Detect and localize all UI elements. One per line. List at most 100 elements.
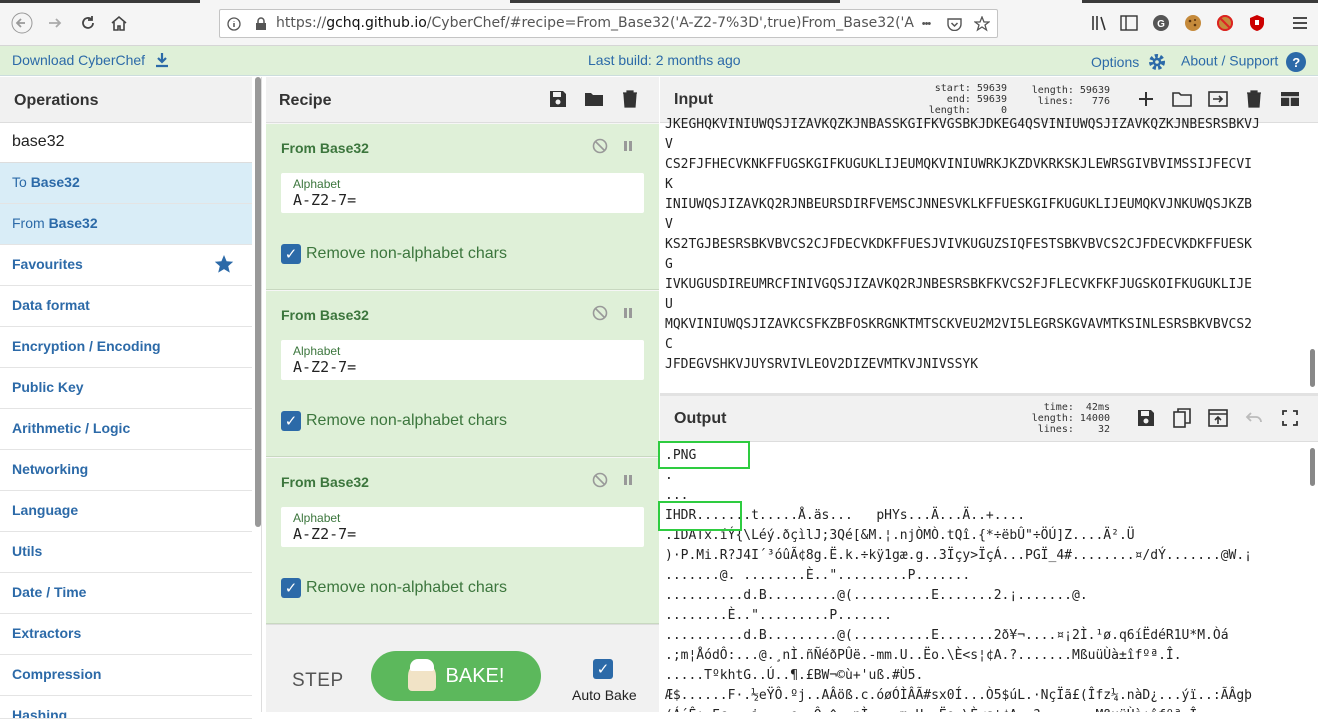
reload-icon[interactable] (76, 11, 100, 35)
cookie-block-icon[interactable] (1215, 13, 1235, 33)
bake-button[interactable]: BAKE! (371, 651, 541, 701)
alphabet-label: Alphabet (293, 511, 341, 525)
back-arrow-icon[interactable] (10, 11, 34, 35)
category-date-time[interactable]: Date / Time (0, 573, 252, 614)
open-folder-icon[interactable] (1171, 88, 1193, 110)
input-start: start: 59639 (934, 83, 1007, 94)
disable-op-icon[interactable] (591, 304, 609, 322)
forward-arrow-icon[interactable] (43, 11, 67, 35)
copy-output-icon[interactable] (1171, 407, 1193, 429)
category-data-format[interactable]: Data format (0, 286, 252, 327)
about-support-link[interactable]: About / Support ? (1181, 52, 1307, 72)
clear-recipe-icon[interactable] (619, 88, 641, 110)
category-public-key[interactable]: Public Key (0, 368, 252, 409)
pause-op-icon[interactable] (619, 137, 637, 155)
info-icon[interactable] (226, 16, 242, 32)
output-lines: lines: 32 (1037, 424, 1110, 435)
cookie-icon[interactable] (1183, 13, 1203, 33)
input-selection-stats: start: 59639 end: 59639 length: 0 (922, 83, 1007, 116)
png-signature-highlight (658, 441, 750, 469)
op-prefix: To (12, 174, 31, 190)
alphabet-label: Alphabet (293, 177, 341, 191)
options-link[interactable]: Options (1091, 52, 1167, 75)
maximise-output-icon[interactable] (1279, 407, 1301, 429)
url-prefix: https:// (276, 15, 327, 31)
op-to-base32[interactable]: To Base32 (0, 163, 252, 204)
op-match: Base32 (30, 174, 80, 190)
alphabet-value: A-Z2-7= (293, 358, 357, 376)
remove-non-alphabet-checkbox[interactable]: ✓ (281, 411, 301, 431)
recipe-op-name: From Base32 (281, 307, 369, 323)
lock-icon[interactable] (253, 16, 269, 32)
recipe-title: Recipe (279, 92, 332, 109)
sidebar-icon[interactable] (1119, 13, 1139, 33)
library-icon[interactable] (1090, 13, 1110, 33)
disable-op-icon[interactable] (591, 471, 609, 489)
category-extractors[interactable]: Extractors (0, 614, 252, 655)
save-recipe-icon[interactable] (547, 88, 569, 110)
add-tab-icon[interactable] (1135, 88, 1157, 110)
input-scrollbar[interactable] (1310, 349, 1315, 387)
category-encryption-encoding[interactable]: Encryption / Encoding (0, 327, 252, 368)
op-from-base32[interactable]: From Base32 (0, 204, 252, 245)
auto-bake-checkbox[interactable]: ✓ (593, 659, 613, 679)
clear-input-icon[interactable] (1243, 88, 1265, 110)
url-text: https://gchq.github.io/CyberChef/#recipe… (276, 15, 916, 31)
input-end: end: 59639 (946, 94, 1007, 105)
output-scrollbar[interactable] (1310, 448, 1315, 486)
ublock-icon[interactable] (1247, 13, 1267, 33)
about-label: About / Support (1181, 52, 1279, 69)
save-output-icon[interactable] (1135, 407, 1157, 429)
op-match: Base32 (48, 215, 98, 231)
category-utils[interactable]: Utils (0, 532, 252, 573)
alphabet-field[interactable]: Alphabet A-Z2-7= (281, 173, 644, 213)
output-header: Output time: 42ms length: 14000 lines: 32 (660, 396, 1318, 442)
menu-icon[interactable] (1290, 13, 1310, 33)
category-networking[interactable]: Networking (0, 450, 252, 491)
input-title: Input (674, 91, 714, 108)
category-label: Favourites (12, 256, 83, 272)
input-length-stats: length: 59639 lines: 776 (1020, 85, 1110, 107)
download-label: Download CyberChef (12, 52, 146, 69)
disable-op-icon[interactable] (591, 137, 609, 155)
remove-non-alphabet-checkbox[interactable]: ✓ (281, 244, 301, 264)
browser-toolbar: https://gchq.github.io/CyberChef/#recipe… (0, 0, 1318, 46)
grammar-extension-icon[interactable]: G (1151, 13, 1171, 33)
recipe-op-card[interactable]: From Base32 Alphabet A-Z2-7= ✓ Remove no… (266, 291, 659, 457)
output-text[interactable]: .PNG . ... IHDR.......t.....Å.äs... pHYs… (665, 446, 1305, 712)
step-button[interactable]: STEP (292, 670, 344, 692)
alphabet-label: Alphabet (293, 344, 341, 358)
load-recipe-icon[interactable] (583, 88, 605, 110)
remove-non-alphabet-checkbox[interactable]: ✓ (281, 578, 301, 598)
category-language[interactable]: Language (0, 491, 252, 532)
category-favourites[interactable]: Favourites (0, 245, 252, 286)
alphabet-value: A-Z2-7= (293, 525, 357, 543)
category-hashing[interactable]: Hashing (0, 696, 252, 719)
remove-non-alphabet-label: Remove non-alphabet chars (306, 412, 508, 429)
category-arithmetic-logic[interactable]: Arithmetic / Logic (0, 409, 252, 450)
pause-op-icon[interactable] (619, 304, 637, 322)
recipe-op-card[interactable]: From Base32 Alphabet A-Z2-7= ✓ Remove no… (266, 124, 659, 290)
operations-search-input[interactable]: base32 (0, 123, 252, 163)
pocket-icon[interactable] (946, 16, 962, 32)
bookmark-star-icon[interactable] (974, 16, 990, 32)
download-cyberchef-link[interactable]: Download CyberChef (12, 52, 169, 71)
address-bar[interactable]: https://gchq.github.io/CyberChef/#recipe… (219, 9, 998, 38)
svg-text:G: G (1157, 19, 1165, 30)
undo-icon[interactable] (1243, 407, 1265, 429)
alphabet-field[interactable]: Alphabet A-Z2-7= (281, 340, 644, 380)
pause-op-icon[interactable] (619, 471, 637, 489)
input-text[interactable]: JKEGHQKVINIUWQSJIZAVKQZKJNBASSKGIFKVGSBK… (665, 115, 1305, 373)
operations-scrollbar[interactable] (255, 77, 261, 527)
home-icon[interactable] (107, 11, 131, 35)
tab-strip (1082, 0, 1318, 3)
page-actions-icon[interactable]: ••• (918, 16, 934, 32)
alphabet-field[interactable]: Alphabet A-Z2-7= (281, 507, 644, 547)
reset-layout-icon[interactable] (1279, 88, 1301, 110)
open-file-icon[interactable] (1207, 88, 1229, 110)
recipe-op-card[interactable]: From Base32 Alphabet A-Z2-7= ✓ Remove no… (266, 458, 659, 624)
recipe-op-name: From Base32 (281, 140, 369, 156)
replace-input-icon[interactable] (1207, 407, 1229, 429)
category-compression[interactable]: Compression (0, 655, 252, 696)
recipe-pane: Recipe From Base32 Alphabet A-Z2-7= ✓ Re… (266, 77, 659, 712)
